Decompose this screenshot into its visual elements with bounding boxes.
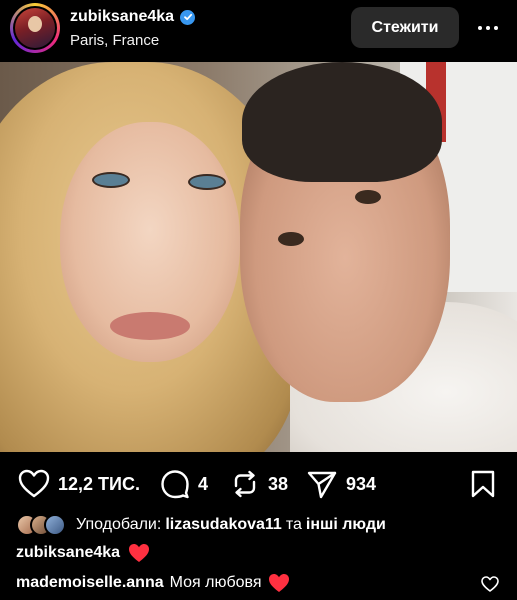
verified-badge-icon [180, 9, 196, 25]
liked-by-connector: та [285, 516, 302, 533]
caption: zubiksane4ka [16, 543, 150, 563]
comment-button[interactable]: 4 [160, 466, 208, 502]
username[interactable]: zubiksane4ka [70, 8, 174, 26]
comment-text: Моя любовя [169, 574, 262, 591]
shares-count: 934 [346, 473, 377, 494]
bookmark-icon [471, 470, 495, 498]
follow-button[interactable]: Стежити [351, 7, 459, 48]
liker-avatars[interactable] [16, 514, 66, 536]
send-icon [307, 471, 337, 499]
liker-avatar [44, 514, 66, 536]
woman-eye [92, 172, 130, 188]
save-button[interactable] [470, 466, 496, 502]
comment-username[interactable]: mademoiselle.anna [16, 574, 164, 592]
avatar-image [15, 8, 55, 48]
comment-row: mademoiselle.anna Моя любовя [16, 573, 290, 593]
heart-icon [18, 469, 50, 498]
share-button[interactable]: 934 [306, 466, 376, 502]
more-options-icon[interactable] [474, 18, 502, 38]
likes-count: 12,2 ТИС. [58, 473, 140, 494]
woman-eye [188, 174, 226, 190]
liked-by-user-link[interactable]: lizasudakova11 [165, 516, 282, 534]
red-heart-emoji-icon [268, 574, 289, 592]
comment-like-heart-icon[interactable] [481, 576, 499, 592]
liked-by-others-link[interactable]: інші люди [306, 516, 386, 534]
comments-count: 4 [198, 473, 209, 494]
repost-icon [234, 470, 256, 498]
action-bar: 12,2 ТИС. 4 38 934 [0, 466, 517, 502]
post-image[interactable] [0, 62, 517, 452]
comment-bubble-icon [161, 470, 189, 499]
like-button[interactable]: 12,2 ТИС. [18, 466, 140, 502]
man-eye [278, 232, 304, 246]
man-hair [242, 62, 442, 182]
location-link[interactable]: Paris, France [70, 32, 159, 49]
caption-username[interactable]: zubiksane4ka [16, 544, 120, 562]
username-row: zubiksane4ka [70, 8, 196, 26]
avatar[interactable] [10, 3, 60, 53]
reposts-count: 38 [268, 473, 289, 494]
avatar-ring-gap [13, 6, 57, 50]
woman-lips [110, 312, 190, 340]
liked-by-line: Уподобали: lizasudakova11 та інші люди [16, 514, 386, 536]
man-eye [355, 190, 381, 204]
post-header: zubiksane4ka Paris, France Стежити [0, 0, 517, 62]
red-heart-emoji-icon [129, 544, 150, 562]
repost-button[interactable]: 38 [230, 466, 288, 502]
liked-by-prefix: Уподобали: [76, 516, 162, 533]
